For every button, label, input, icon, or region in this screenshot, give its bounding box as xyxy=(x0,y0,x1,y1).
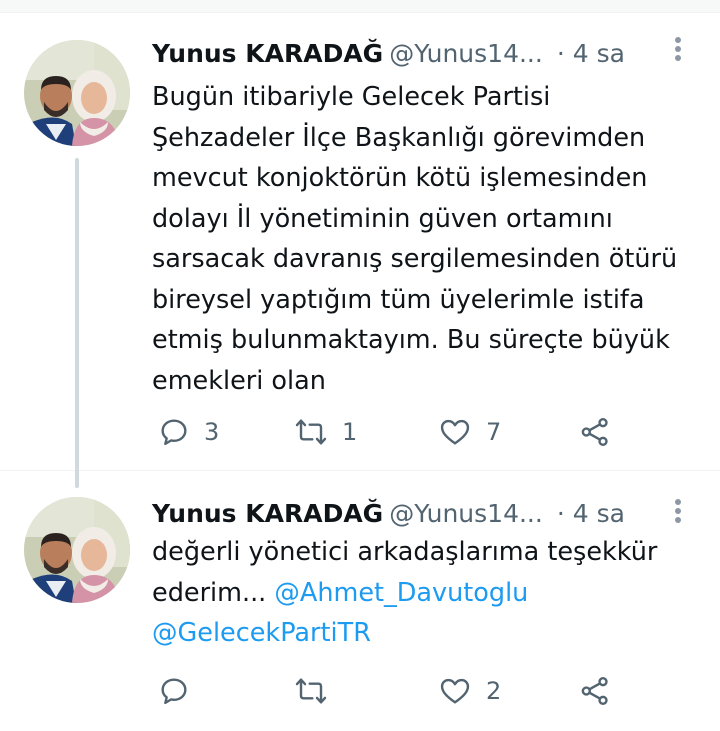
like-button[interactable]: 7 xyxy=(438,412,501,452)
tweet-text-line: Şehzadeler İlçe Başkanlığı görevimden xyxy=(152,122,646,153)
tweet-text-line: dolayı İl yönetiminin güven ortamını xyxy=(152,203,613,234)
tweet[interactable]: Yunus KARADAĞ @Yunus14... · 4 sa Bugün itib… xyxy=(0,12,720,488)
avatar[interactable] xyxy=(24,40,130,146)
tweet-text-line: Bugün itibariyle Gelecek Partisi xyxy=(152,82,551,112)
tweet-text-fragment: ederim... xyxy=(152,577,267,608)
author-handle[interactable]: @Yunus14... xyxy=(389,499,543,528)
mention-link[interactable]: @Ahmet_Davutoglu xyxy=(274,578,528,608)
tweet-actions: 3 1 7 xyxy=(152,412,672,452)
reply-button[interactable]: 3 xyxy=(158,412,219,452)
retweet-icon xyxy=(295,419,327,445)
header-separator: · xyxy=(556,39,565,68)
author-name[interactable]: Yunus KARADAĞ xyxy=(152,499,383,528)
share-icon xyxy=(581,418,608,446)
tweet-text-line: değerli yönetici arkadaşlarıma teşekkür xyxy=(152,537,658,567)
reply-count: 3 xyxy=(204,418,220,446)
author-name[interactable]: Yunus KARADAĞ xyxy=(152,39,383,68)
tweet-timestamp[interactable]: 4 sa xyxy=(573,499,625,528)
tweet[interactable]: Yunus KARADAĞ @Yunus14... · 4 sa değerli yö… xyxy=(0,471,720,731)
retweet-count: 1 xyxy=(342,418,358,446)
profile-photo-avatar-icon xyxy=(24,497,130,603)
share-button[interactable] xyxy=(578,412,612,452)
profile-photo-avatar-icon xyxy=(24,40,130,146)
more-vertical-icon[interactable] xyxy=(668,499,688,529)
tweet-text-line: sarsacak davranış sergilemesinden ötürü xyxy=(152,244,678,274)
share-button[interactable] xyxy=(578,671,612,711)
reply-bubble-icon xyxy=(161,678,187,705)
retweet-button[interactable]: 1 xyxy=(294,412,357,452)
thread-connector-line xyxy=(75,158,79,488)
share-icon xyxy=(581,677,608,705)
tweet-header: Yunus KARADAĞ @Yunus14... · 4 sa xyxy=(152,497,697,531)
heart-icon xyxy=(440,419,470,445)
reply-button[interactable] xyxy=(158,671,204,711)
tweet-text: Bugün itibariyle Gelecek Partisi Şehzade… xyxy=(152,77,702,401)
avatar[interactable] xyxy=(24,497,130,603)
author-handle[interactable]: @Yunus14... xyxy=(389,39,543,68)
like-button[interactable]: 2 xyxy=(438,671,501,711)
tweet-header: Yunus KARADAĞ @Yunus14... · 4 sa xyxy=(152,37,697,71)
like-count: 2 xyxy=(486,677,502,705)
tweet-text-line: ederim... @Ahmet_Davutoglu xyxy=(152,573,702,614)
heart-icon xyxy=(440,678,470,704)
retweet-icon xyxy=(295,678,327,704)
more-vertical-icon[interactable] xyxy=(668,37,688,67)
tweet-text-line: emekleri olan xyxy=(152,365,326,396)
tweet-timestamp[interactable]: 4 sa xyxy=(573,39,625,68)
tweet-actions: 2 xyxy=(152,671,672,711)
retweet-button[interactable] xyxy=(294,671,342,711)
tweet-text-line: etmiş bulunmaktayım. Bu süreçte büyük xyxy=(152,325,670,355)
mention-link[interactable]: @GelecekPartiTR xyxy=(152,613,702,654)
header-separator: · xyxy=(556,499,565,528)
tweet-text: değerli yönetici arkadaşlarıma teşekkür … xyxy=(152,532,702,654)
tweet-text-line: bireysel yaptığım tüm üyelerimle istifa xyxy=(152,284,645,315)
reply-bubble-icon xyxy=(161,419,187,446)
tweet-text-line: mevcut konjoktörün kötü işlemesinden xyxy=(152,163,648,193)
like-count: 7 xyxy=(486,418,502,446)
